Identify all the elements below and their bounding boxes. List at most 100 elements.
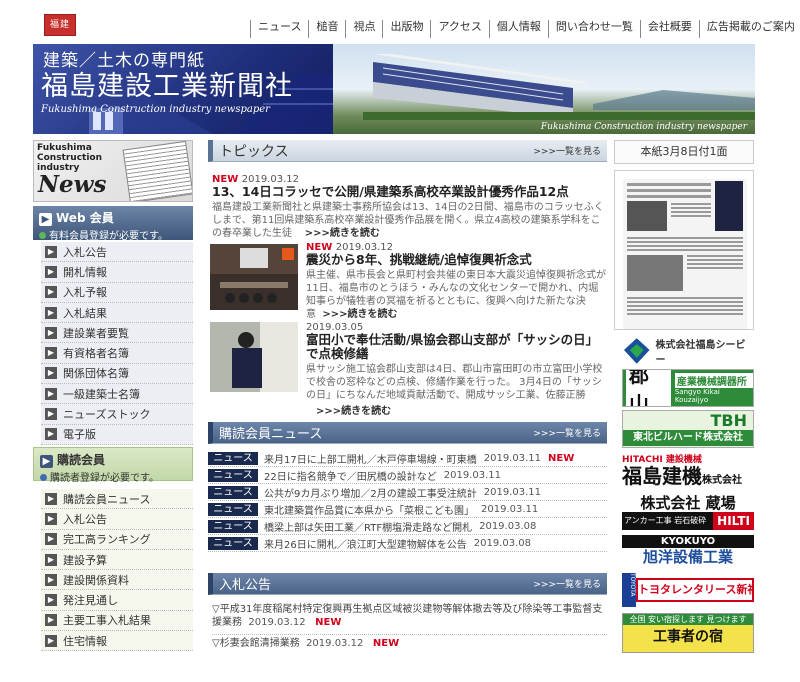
bid-notice-header: 入札公告 >>>一覧を見る <box>208 573 607 595</box>
menu-item-digital[interactable]: ▶ 電子版 <box>41 425 193 445</box>
cb-logo-icon <box>623 338 650 364</box>
topics-title: トピックス <box>219 143 289 160</box>
top-nav: ニュース 槌音 視点 出版物 アクセス 個人情報 問い合わせ一覧 会社概要 広告… <box>250 20 800 38</box>
topic-headline[interactable]: 震災から8年、挑戦継続/追悼復興祈念式 <box>306 253 607 267</box>
topic-item: 2019.03.05 富田小で奉仕活動/県協会郡山支部が「サッシの日」で点検修繕… <box>306 320 607 417</box>
topics-more-link[interactable]: >>>一覧を見る <box>533 144 601 157</box>
arrow-icon: ▶ <box>45 286 57 299</box>
topic-headline[interactable]: 13、14日コラッセで公開/県建築系高校卒業設計優秀作品12点 <box>212 185 607 199</box>
newspaper-image <box>615 171 753 329</box>
menu-item-qualified-list[interactable]: ▶ 有資格者名簿 <box>41 343 193 364</box>
nav-access[interactable]: アクセス <box>430 20 488 38</box>
arrow-icon: ▶ <box>45 245 57 258</box>
arrow-icon: ▶ <box>45 614 57 627</box>
nav-publications[interactable]: 出版物 <box>382 20 430 38</box>
site-logo[interactable]: 福建 <box>44 14 76 36</box>
arrow-icon: ▶ <box>45 573 57 586</box>
topic-headline[interactable]: 富田小で奉仕活動/県協会郡山支部が「サッシの日」で点検修繕 <box>306 333 607 361</box>
ad-tbh[interactable]: TBH 東北ビルハード株式会社 <box>622 410 754 448</box>
newspaper-icon <box>122 141 192 201</box>
news-row[interactable]: ニュース 橋梁上部は矢田工業／RTF棚塩滑走路など開札 2019.03.08 <box>208 518 607 535</box>
ceremony-photo <box>210 244 298 310</box>
news-logo-word: News <box>38 171 107 198</box>
menu-item-subscriber-news[interactable]: ▶ 購読会員ニュース <box>41 489 193 510</box>
news-row[interactable]: ニュース 公共が9カ月ぶり増加／2月の建設工事受注統計 2019.03.11 <box>208 484 607 501</box>
news-tag: ニュース <box>208 502 258 516</box>
topic-thumbnail[interactable] <box>210 322 298 392</box>
ad-koriyama-sangyo[interactable]: 郡山 産業機械調器所 Sangyo Kikai Kouzaijyo <box>622 369 754 407</box>
menu-item-bid-results[interactable]: ▶ 入札結果 <box>41 303 193 324</box>
menu-item-outlook[interactable]: ▶ 発注見通し <box>41 590 193 611</box>
menu-item-bid-opening[interactable]: ▶ 開札情報 <box>41 262 193 283</box>
ad-toyota-rentalease[interactable]: TOYOTA トヨタレンタリース新福島 <box>622 571 754 609</box>
news-tag: ニュース <box>208 519 258 533</box>
read-more-link[interactable]: >>>続きを読む <box>306 402 607 417</box>
menu-item-architect-list[interactable]: ▶ 一級建築士名簿 <box>41 384 193 405</box>
nav-tsuchioto[interactable]: 槌音 <box>308 20 345 38</box>
bid-item[interactable]: ▽平成31年度稲尾村特定復興再生拠点区域被災建物等解体撤去等及び除染等工事監督支… <box>212 603 607 629</box>
arrow-icon: ▶ <box>45 347 57 360</box>
worker-photo <box>210 322 298 392</box>
news-row[interactable]: ニュース 来月26日に開札／浪江町大型建物解体を公告 2019.03.08 <box>208 535 607 552</box>
menu-item-budget[interactable]: ▶ 建設予算 <box>41 550 193 571</box>
menu-item-ranking[interactable]: ▶ 完工高ランキング <box>41 530 193 550</box>
topic-body: 県主催、県市長会と県町村会共催の東日本大震災追悼復興祈念式が11日、福島市のとう… <box>306 270 606 320</box>
nav-company[interactable]: 会社概要 <box>639 20 699 38</box>
topic-thumbnail[interactable] <box>210 244 298 310</box>
ad-fukushima-kenki[interactable]: HITACHI 建設機械 福島建機株式会社 <box>622 452 754 492</box>
nav-contact[interactable]: 問い合わせ一覧 <box>547 20 640 38</box>
subscriber-news-more-link[interactable]: >>>一覧を見る <box>533 426 601 439</box>
arrow-icon: ▶ <box>45 492 57 505</box>
menu-item-materials[interactable]: ▶ 建設関係資料 <box>41 570 193 591</box>
menu-item-housing[interactable]: ▶ 住宅情報 <box>41 631 193 652</box>
arrow-icon: ▶ <box>45 594 57 607</box>
menu-item-bid-forecast[interactable]: ▶ 入札予報 <box>41 283 193 303</box>
menu-item-major-results[interactable]: ▶ 主要工事入札結果 <box>41 611 193 632</box>
subscriber-news-list: ニュース 来月17日に上部工開札／木戸停車場線・町東橋 2019.03.11 NE… <box>208 450 607 552</box>
subscriber-header[interactable]: ▶ 購読会員 購読者登録が必要です。 <box>33 447 193 484</box>
arrow-icon: ▶ <box>45 553 57 566</box>
arrow-icon: ▶ <box>45 533 57 546</box>
bullet-icon <box>40 474 47 481</box>
read-more-link[interactable]: >>>続きを読む <box>322 309 397 320</box>
book-icon: ▶ <box>40 455 53 468</box>
ad-koujisha-no-yado[interactable]: 全国 安い宿探します 見つけます 工事者の宿 <box>622 613 754 653</box>
nav-shiten[interactable]: 視点 <box>345 20 382 38</box>
banner-title[interactable]: 福島建設工業新聞社 <box>41 64 293 103</box>
stadium-graphic <box>363 54 755 120</box>
news-row[interactable]: ニュース 22日に指名競争で／田尻橋の設計など 2019.03.11 <box>208 467 607 484</box>
banner-english-right: Fukushima Construction industry newspape… <box>540 122 747 132</box>
news-logo[interactable]: Fukushima Construction industry News <box>33 140 193 202</box>
arrow-icon: ▶ <box>45 634 57 647</box>
topic-item: NEW 2019.03.12 13、14日コラッセで公開/県建築系高校卒業設計優… <box>212 172 607 240</box>
arrow-icon: ▶ <box>45 326 57 339</box>
news-tag: ニュース <box>208 451 258 465</box>
bid-item[interactable]: ▽杉妻会館清掃業務 2019.03.12 NEW <box>212 634 607 650</box>
web-member-menu: ▶ 入札公告 ▶ 開札情報 ▶ 入札予報 ▶ 入札結果 ▶ 建設業者要覧 ▶ 有資格者名簿 … <box>41 242 193 445</box>
nav-news[interactable]: ニュース <box>250 20 308 38</box>
menu-item-org-list[interactable]: ▶ 関係団体名簿 <box>41 364 193 385</box>
web-member-header[interactable]: ▶ Web 会員 有料会員登録が必要です。 <box>33 206 193 242</box>
menu-item-bid-notice[interactable]: ▶ 入札公告 <box>41 242 193 263</box>
arrow-icon: ▶ <box>45 265 57 278</box>
read-more-link[interactable]: >>>続きを読む <box>305 228 380 239</box>
menu-item-contractor-directory[interactable]: ▶ 建設業者要覧 <box>41 323 193 344</box>
ad-kuraba[interactable]: 株式会社 蔵場 アンカー工事 岩石破砕工事HILTI <box>622 494 754 532</box>
menu-item-sub-bid-notice[interactable]: ▶ 入札公告 <box>41 509 193 530</box>
arrow-icon: ▶ <box>45 387 57 400</box>
bid-notice-more-link[interactable]: >>>一覧を見る <box>533 577 601 590</box>
menu-item-news-stock[interactable]: ▶ ニューズストック <box>41 404 193 425</box>
topic-item: NEW 2019.03.12 震災から8年、挑戦継続/追悼復興祈念式 県主催、県… <box>306 240 607 321</box>
ad-fukushima-cb[interactable]: 株式会社福島シービー <box>622 336 754 366</box>
nav-privacy[interactable]: 個人情報 <box>488 20 548 38</box>
subscriber-menu: ▶ 購読会員ニュース ▶ 入札公告 ▶ 完工高ランキング ▶ 建設予算 ▶ 建設関係資料 … <box>41 489 193 652</box>
bullet-icon <box>39 232 46 239</box>
news-row[interactable]: ニュース 東北建築賞作品賞に本県から「菜根こども園」 2019.03.11 <box>208 501 607 518</box>
banner-english: Fukushima Construction industry newspape… <box>41 104 270 115</box>
front-page-thumbnail[interactable] <box>614 170 754 330</box>
issue-label: 本紙3月8日付1面 <box>614 140 754 164</box>
nav-ads[interactable]: 広告掲載のご案内 <box>698 20 800 38</box>
news-tag: ニュース <box>208 468 258 482</box>
news-row[interactable]: ニュース 来月17日に上部工開札／木戸停車場線・町東橋 2019.03.11 NE… <box>208 450 607 467</box>
ad-kyokuyo[interactable]: KYOKUYO 旭洋設備工業 <box>622 535 754 567</box>
